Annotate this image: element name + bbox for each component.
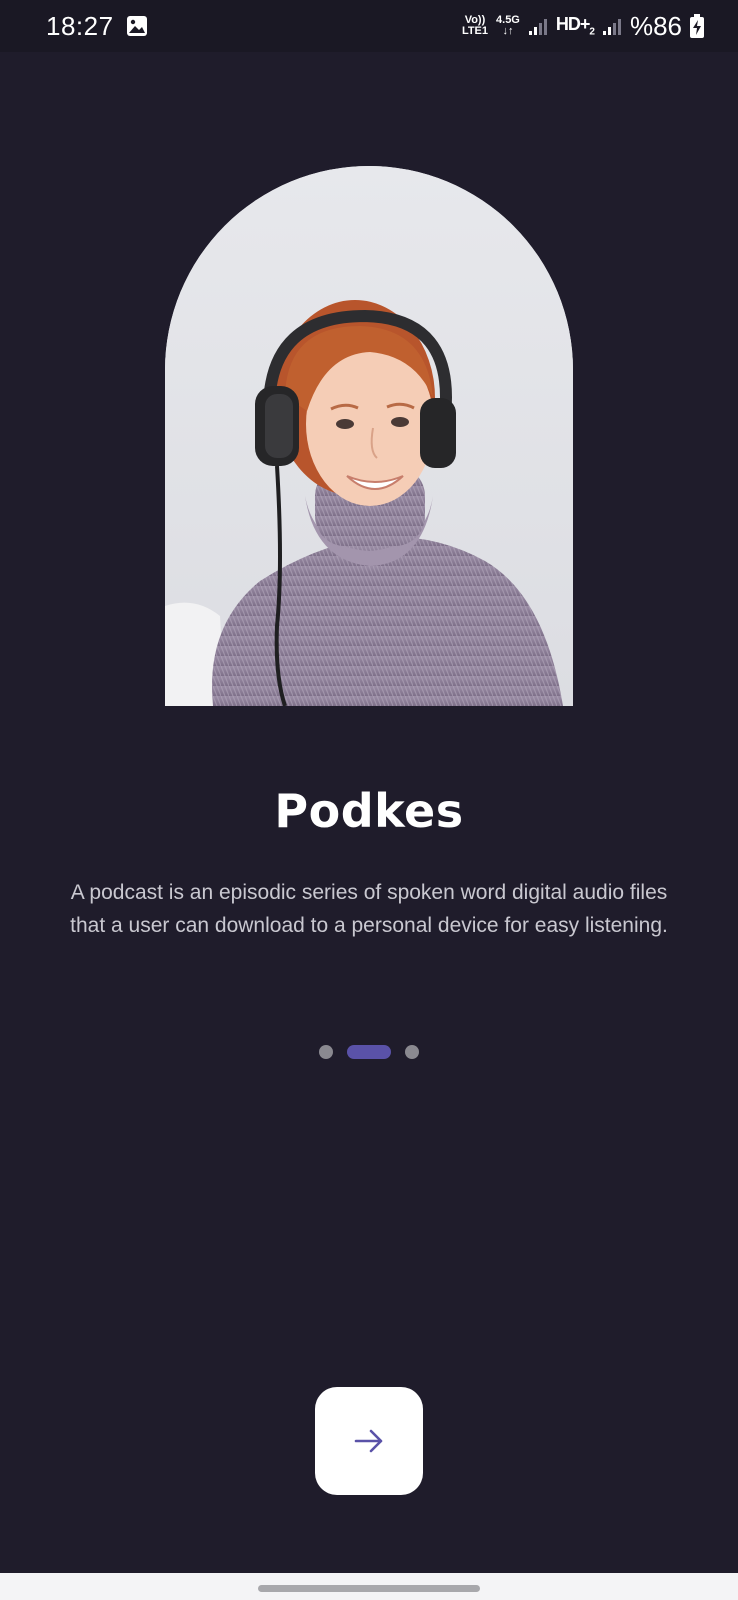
network-type-indicator: 4.5G ↓↑ <box>496 14 520 37</box>
page-indicator-dot-active[interactable] <box>347 1045 391 1059</box>
podcast-listener-illustration <box>165 166 573 706</box>
status-right: Vo)) LTE1 4.5G ↓↑ HD+2 %86 <box>462 11 704 42</box>
signal-icon <box>602 19 621 35</box>
onboarding-title: Podkes <box>274 784 464 838</box>
arrow-right-icon <box>354 1429 383 1453</box>
battery-percent: %86 <box>629 10 682 41</box>
signal-icon <box>528 19 547 35</box>
page-indicator-dot[interactable] <box>405 1045 419 1059</box>
hd-plus-indicator: HD+2 <box>555 14 595 38</box>
battery-charging-icon <box>690 14 704 38</box>
next-button[interactable] <box>315 1387 423 1495</box>
status-time: 18:27 <box>46 10 114 41</box>
system-navigation-bar <box>0 1573 738 1600</box>
volte-indicator: Vo)) LTE1 <box>461 14 489 37</box>
gallery-icon <box>126 16 147 36</box>
gesture-handle[interactable] <box>258 1585 480 1592</box>
status-bar: 18:27 Vo)) LTE1 4.5G ↓↑ HD+2 %86 <box>0 0 738 52</box>
page-indicator <box>0 1045 738 1059</box>
hero-image <box>165 166 573 706</box>
onboarding-description: A podcast is an episodic series of spoke… <box>70 881 668 937</box>
status-left: 18:27 <box>46 11 148 42</box>
page-indicator-dot[interactable] <box>319 1045 333 1059</box>
